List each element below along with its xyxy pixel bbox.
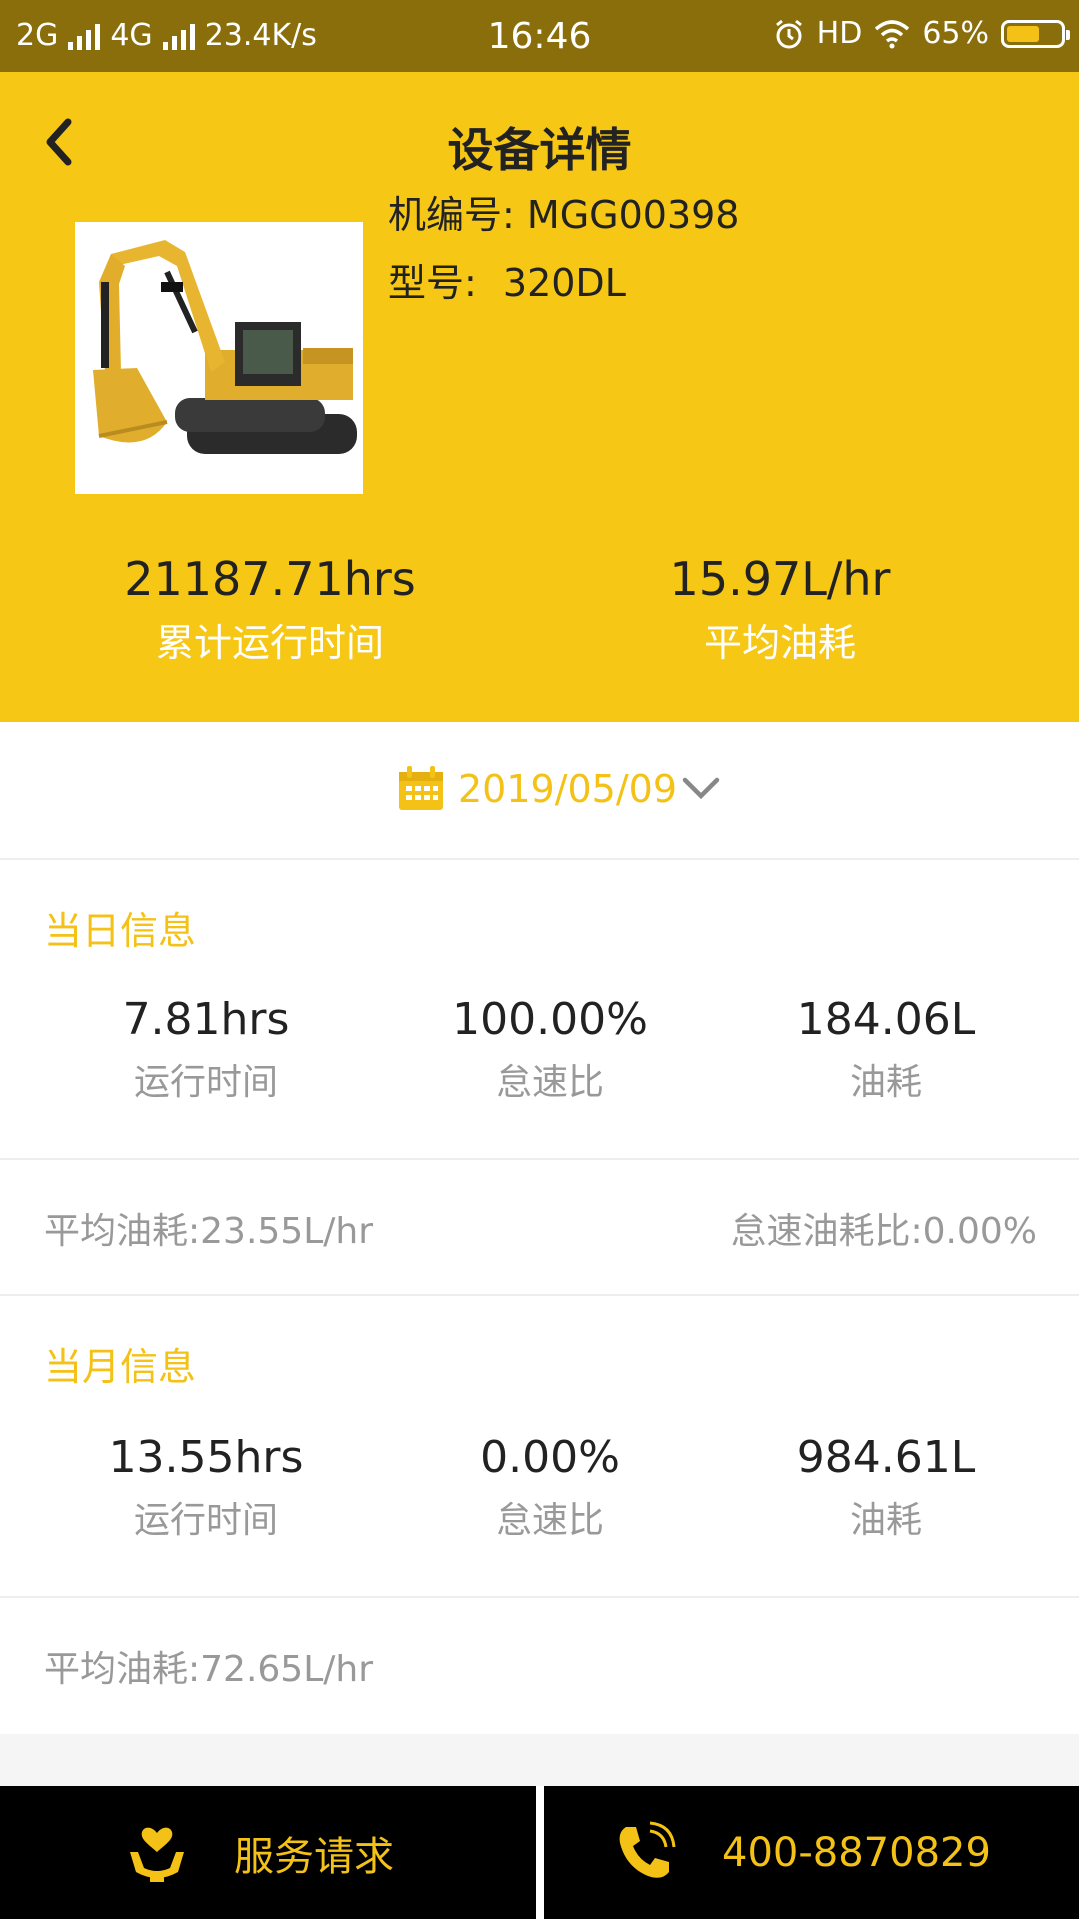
daily-idle-value: 100.00%	[452, 994, 648, 1045]
model-label: 型号:	[388, 261, 477, 305]
calendar-icon	[399, 766, 443, 810]
battery-icon	[1001, 19, 1070, 48]
device-header: 设备详情 机编号: MGG00398 型号: 320DL 21187.71hrs…	[0, 72, 1079, 722]
machine-number-label: 机编号:	[388, 193, 515, 237]
daily-fuel: 184.06L 油耗	[716, 994, 1056, 1105]
service-request-label: 服务请求	[234, 1833, 394, 1880]
status-bar: 2G 4G 23.4K/s 16:46 HD 65%	[0, 0, 1079, 72]
total-runtime-value: 21187.71hrs	[124, 552, 416, 606]
date-picker[interactable]: 2019/05/09	[396, 764, 721, 814]
monthly-idle-label: 怠速比	[495, 1500, 604, 1541]
battery-level	[1007, 25, 1039, 42]
total-runtime-stat: 21187.71hrs 累计运行时间	[0, 552, 540, 667]
monthly-fuel: 984.61L 油耗	[716, 1432, 1056, 1543]
model-value: 320DL	[502, 261, 626, 305]
monthly-fuel-label: 油耗	[849, 1500, 922, 1541]
avg-fuel-label: 平均油耗	[703, 621, 856, 665]
phone-call-button[interactable]: 400-8870829	[612, 1786, 991, 1919]
monthly-runtime: 13.55hrs 运行时间	[36, 1432, 376, 1543]
monthly-avg-fuel: 平均油耗:72.65L/hr	[44, 1640, 373, 1692]
avg-fuel-value: 15.97L/hr	[669, 552, 891, 606]
avg-fuel-stat: 15.97L/hr 平均油耗	[510, 552, 1050, 667]
daily-avg-fuel: 平均油耗:23.55L/hr	[44, 1202, 373, 1254]
daily-fuel-label: 油耗	[849, 1062, 922, 1103]
daily-runtime-value: 7.81hrs	[122, 994, 290, 1045]
daily-idle-label: 怠速比	[495, 1062, 604, 1103]
monthly-runtime-value: 13.55hrs	[108, 1432, 304, 1483]
service-request-button[interactable]: 服务请求	[126, 1786, 394, 1919]
daily-idle-fuel-label: 怠速油耗比:	[730, 1211, 923, 1252]
daily-fuel-value: 184.06L	[796, 994, 976, 1045]
monthly-avg-fuel-value: 72.65L/hr	[200, 1649, 374, 1690]
monthly-avg-fuel-label: 平均油耗:	[44, 1649, 201, 1690]
excavator-image	[75, 222, 363, 494]
daily-fuel-summary: 平均油耗:23.55L/hr 怠速油耗比:0.00%	[0, 1160, 1079, 1294]
monthly-info-title: 当月信息	[44, 1345, 197, 1389]
daily-runtime-label: 运行时间	[133, 1062, 278, 1103]
daily-idle-ratio: 100.00% 怠速比	[380, 994, 720, 1105]
monthly-fuel-summary: 平均油耗:72.65L/hr	[0, 1598, 1079, 1734]
status-right: HD 65%	[773, 16, 1070, 51]
phone-icon	[619, 1821, 676, 1878]
battery-percent: 65%	[922, 16, 989, 51]
machine-number-value: MGG00398	[526, 193, 740, 237]
bottom-bar-separator	[536, 1786, 544, 1919]
wifi-icon	[875, 19, 910, 48]
alarm-icon	[775, 19, 802, 48]
monthly-fuel-value: 984.61L	[796, 1432, 976, 1483]
monthly-idle-ratio: 0.00% 怠速比	[380, 1432, 720, 1543]
model-row: 型号: 320DL	[388, 252, 626, 307]
daily-runtime: 7.81hrs 运行时间	[36, 994, 376, 1105]
daily-idle-fuel-ratio: 怠速油耗比:0.00%	[730, 1202, 1037, 1254]
page-title: 设备详情	[447, 123, 632, 177]
date-row: 2019/05/09	[0, 722, 1079, 860]
monthly-info-section: 当月信息 13.55hrs 运行时间 0.00% 怠速比 984.61L 油耗	[0, 1296, 1079, 1596]
chevron-down-icon	[682, 777, 720, 800]
selected-date: 2019/05/09	[458, 767, 678, 811]
service-hands-icon	[130, 1827, 184, 1882]
daily-info-title: 当日信息	[44, 909, 197, 953]
hotline-number: 400-8870829	[722, 1829, 991, 1876]
daily-avg-fuel-value: 23.55L/hr	[200, 1211, 374, 1252]
machine-number-row: 机编号: MGG00398	[388, 184, 739, 239]
monthly-idle-value: 0.00%	[480, 1432, 620, 1483]
daily-avg-fuel-label: 平均油耗:	[44, 1211, 201, 1252]
hd-indicator: HD	[816, 16, 863, 51]
total-runtime-label: 累计运行时间	[155, 621, 384, 665]
monthly-runtime-label: 运行时间	[133, 1500, 278, 1541]
daily-idle-fuel-value: 0.00%	[922, 1211, 1037, 1252]
daily-info-section: 当日信息 7.81hrs 运行时间 100.00% 怠速比 184.06L 油耗	[0, 860, 1079, 1158]
bottom-action-bar: 服务请求 400-8870829	[0, 1786, 1079, 1919]
